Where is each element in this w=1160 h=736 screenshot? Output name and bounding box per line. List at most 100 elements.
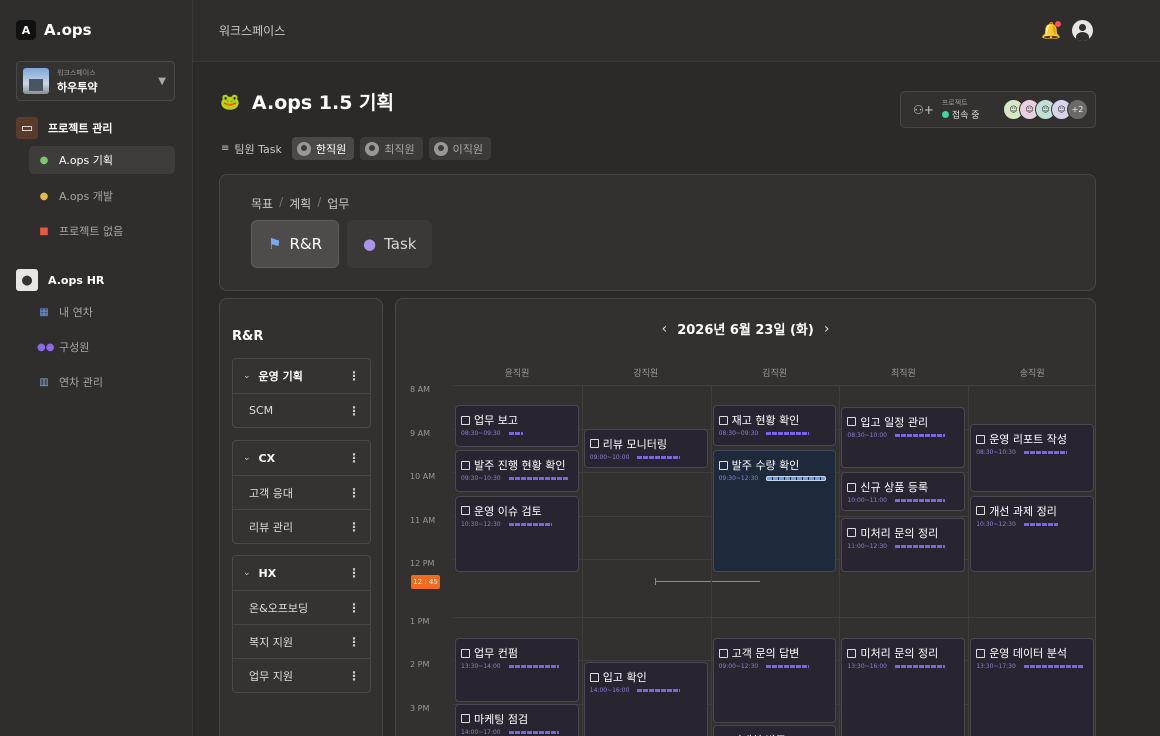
sidebar-item-no-project[interactable]: ■ 프로젝트 없음 (29, 217, 175, 245)
task-title-text: 재고 현황 확인 (731, 414, 800, 428)
checkbox-icon[interactable] (976, 648, 986, 658)
rr-item[interactable]: 온&오프보딩 ⋮ (233, 590, 370, 624)
task-card[interactable]: 입고 확인 14:00~16:00 (583, 662, 708, 736)
chevron-right-icon[interactable]: › (824, 321, 830, 337)
more-options-icon[interactable]: ⋮ (348, 601, 360, 615)
task-card[interactable]: 발주 수량 확인 09:30~12:30 (712, 450, 837, 573)
more-options-icon[interactable]: ⋮ (348, 486, 360, 500)
member-column-header: 강직원 (633, 369, 659, 379)
more-options-icon[interactable]: ⋮ (348, 669, 360, 683)
checkbox-icon[interactable] (461, 415, 470, 425)
avatar-icon (296, 141, 311, 156)
column-divider (968, 385, 970, 736)
task-time: 11:00~12:30 (847, 542, 887, 550)
task-card[interactable]: 거래처 발주 (712, 725, 837, 736)
task-card[interactable]: 운영 리포트 작성 08:30~10:30 (970, 424, 1094, 492)
task-meta: 09:00~12:30 (719, 663, 831, 670)
rr-item[interactable]: 복지 지원 ⋮ (233, 624, 370, 658)
task-title: 재고 현황 확인 (718, 412, 831, 428)
task-card[interactable]: 고객 문의 답변 09:00~12:30 (712, 638, 837, 724)
checkbox-icon[interactable] (847, 528, 857, 538)
nav-section-project[interactable]: ▭ 프로젝트 관리 (16, 117, 113, 139)
workspace-selector[interactable]: 워크스페이스 하우투약 ▼ (16, 61, 175, 101)
task-title: 발주 수량 확인 (718, 457, 831, 473)
rr-item[interactable]: 고객 응대 ⋮ (233, 475, 370, 509)
task-card[interactable]: 업무 컨펌 13:30~14:00 (455, 638, 579, 702)
checkbox-icon[interactable] (461, 506, 470, 516)
hour-label: 3 PM (410, 703, 430, 713)
more-options-icon[interactable]: ⋮ (348, 369, 360, 383)
task-card[interactable]: 마케팅 점검 14:00~17:00 (455, 703, 579, 736)
rr-group-header[interactable]: ⌄ HX ⋮ (233, 556, 370, 590)
checkbox-icon[interactable] (718, 415, 728, 425)
sidebar-item-aops-dev[interactable]: ● A.ops 개발 (29, 182, 175, 210)
sidebar-item-members[interactable]: ●● 구성원 (29, 333, 175, 361)
app-logo[interactable]: A A.ops (16, 20, 92, 40)
task-card[interactable]: 리뷰 모니터링 09:00~10:00 (583, 428, 708, 468)
task-card[interactable]: 재고 현황 확인 08:30~09:30 (712, 405, 837, 447)
checkbox-icon[interactable] (976, 506, 986, 516)
presence-widget[interactable]: ⚇+ 프로젝트 접속 중 ☺ ☺ ☺ ☺ +2 (900, 91, 1096, 128)
task-card[interactable]: 발주 진행 현황 확인 09:30~10:30 (455, 450, 579, 492)
breadcrumb: 목표 / 계획 / 업무 (251, 195, 350, 212)
task-card[interactable]: 운영 이슈 검토 10:30~12:30 (455, 495, 579, 573)
task-title: 업무 컨펌 (461, 645, 573, 661)
sidebar-item-aops-plan[interactable]: ● A.ops 기획 (29, 146, 175, 174)
task-card[interactable]: 운영 데이터 분석 13:30~17:30 (970, 638, 1094, 736)
filter-chip-member[interactable]: 이직원 (428, 137, 491, 160)
task-time: 13:30~14:00 (461, 663, 501, 671)
filter-icon: ≡ (221, 143, 230, 154)
filter-chip-member[interactable]: 한직원 (291, 137, 355, 160)
sidebar-item-leave-admin[interactable]: ▥ 연차 관리 (29, 368, 175, 396)
more-options-icon[interactable]: ⋮ (348, 404, 360, 418)
task-card[interactable]: 미처리 문의 정리 11:00~12:30 (841, 517, 966, 573)
rr-group-header[interactable]: ⌄ CX ⋮ (233, 441, 370, 475)
rr-group-header[interactable]: ⌄ 운영 기획 ⋮ (233, 359, 370, 393)
task-card[interactable]: 개선 과제 정리 10:30~12:30 (970, 495, 1094, 573)
filter-chip-member[interactable]: 최직원 (360, 137, 423, 160)
task-progress-bar (1023, 665, 1084, 669)
rr-item[interactable]: 리뷰 관리 ⋮ (233, 509, 370, 543)
task-card[interactable]: 신규 상품 등록 10:00~11:00 (841, 472, 966, 512)
rr-mode-button[interactable]: ⚑ R&R (251, 220, 339, 268)
rr-group: ⌄ HX ⋮ 온&오프보딩 ⋮ 복지 지원 ⋮ 업무 지원 ⋮ (232, 555, 371, 693)
chevron-left-icon[interactable]: ‹ (662, 321, 668, 337)
more-options-icon[interactable]: ⋮ (348, 451, 360, 465)
task-time: 09:30~12:30 (718, 475, 759, 483)
rr-item[interactable]: 업무 지원 ⋮ (233, 658, 370, 692)
frog-icon: ● (39, 154, 49, 166)
checkbox-icon[interactable] (461, 714, 470, 723)
checkbox-icon[interactable] (847, 417, 857, 427)
breadcrumb-item[interactable]: 계획 (289, 195, 311, 212)
project-name: A.ops 1.5 기획 (251, 92, 395, 114)
rr-group: ⌄ CX ⋮ 고객 응대 ⋮ 리뷰 관리 ⋮ (232, 440, 371, 544)
task-title-text: 입고 확인 (602, 671, 647, 685)
task-progress-bar (766, 432, 810, 436)
task-card[interactable]: 미처리 문의 정리 13:30~16:00 (841, 638, 966, 736)
checkbox-icon[interactable] (718, 460, 728, 470)
checkbox-icon[interactable] (976, 434, 986, 444)
breadcrumb-item[interactable]: 업무 (327, 195, 349, 212)
sidebar-item-my-leave[interactable]: ▦ 내 연차 (29, 298, 175, 326)
checkbox-icon[interactable] (847, 648, 857, 658)
task-card[interactable]: 입고 일정 관리 08:30~10:00 (841, 406, 966, 468)
task-mode-button[interactable]: ● Task (347, 220, 433, 268)
more-options-icon[interactable]: ⋮ (348, 566, 360, 580)
nav-section-hr[interactable]: ● A.ops HR (16, 269, 104, 291)
online-avatars[interactable]: ☺ ☺ ☺ ☺ +2 (1003, 99, 1088, 120)
more-options-icon[interactable]: ⋮ (348, 635, 360, 649)
avatar-icon (433, 141, 448, 156)
checkbox-icon[interactable] (461, 460, 470, 470)
breadcrumb-item[interactable]: 목표 (251, 195, 273, 212)
add-user-icon: ⚇+ (913, 102, 934, 117)
more-options-icon[interactable]: ⋮ (348, 520, 360, 534)
checkbox-icon[interactable] (589, 439, 599, 448)
task-meta: 09:00~10:00 (590, 454, 702, 461)
checkbox-icon[interactable] (718, 648, 728, 658)
checkbox-icon[interactable] (589, 672, 599, 682)
rr-item[interactable]: SCM ⋮ (233, 393, 370, 427)
checkbox-icon[interactable] (461, 648, 470, 658)
checkbox-icon[interactable] (847, 482, 857, 492)
user-account-icon[interactable] (1072, 20, 1093, 41)
task-card[interactable]: 업무 보고 08:30~09:30 (455, 405, 579, 447)
